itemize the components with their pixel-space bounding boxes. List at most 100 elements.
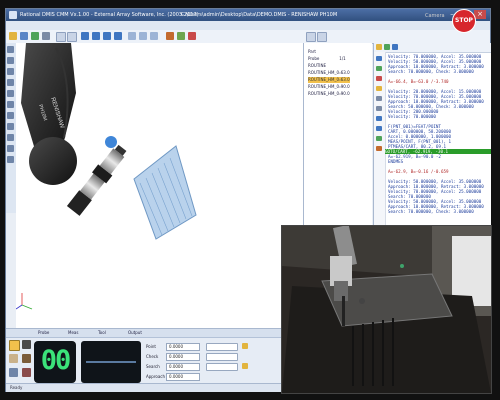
probe-mode-icon[interactable] [9, 340, 20, 351]
tab-tool[interactable]: Tool [96, 330, 108, 336]
tree-item[interactable]: ROUTINE_HM_0... -63.0 [308, 70, 350, 76]
cone-tool-icon[interactable] [7, 123, 14, 130]
cad-viewport[interactable]: RENISHAW PH10M [16, 43, 303, 328]
print-icon[interactable] [42, 32, 50, 40]
approach-field[interactable]: 0.0000 [166, 373, 200, 381]
point-counter: 00 [34, 341, 76, 383]
tree-item-label: ROUTINE_HM_0... [308, 77, 343, 82]
axis-y-field[interactable] [206, 353, 238, 361]
replace-icon[interactable] [376, 106, 382, 111]
rotate-icon[interactable] [150, 32, 158, 40]
line-tool-icon[interactable] [7, 68, 14, 75]
construct-tool-icon[interactable] [7, 145, 14, 152]
editor-toolbar [374, 43, 491, 53]
tree-collapse-icon[interactable] [317, 32, 327, 42]
tree-item-label: Part [308, 49, 316, 54]
code-line[interactable]: Search: 70.000000, Check: 3.000000 [388, 69, 474, 74]
view-front-icon[interactable] [81, 32, 89, 40]
workpiece-plate [133, 145, 197, 240]
code-line[interactable]: Search: 70.000000, Check: 3.000000 [388, 209, 474, 214]
tree-expand-icon[interactable] [306, 32, 316, 42]
joystick-icon[interactable] [22, 340, 31, 349]
circle-tool-icon[interactable] [7, 90, 14, 97]
code-line[interactable]: A=-66.4, B=-63.0 /-3.740 [388, 79, 449, 84]
axis-triad [16, 293, 33, 310]
stop-icon[interactable] [188, 32, 196, 40]
comment-icon[interactable] [376, 116, 382, 121]
align-tool-icon[interactable] [7, 156, 14, 163]
tree-item[interactable]: ROUTINE [308, 63, 339, 69]
editor-save-icon[interactable] [384, 44, 390, 50]
probe-icon[interactable] [166, 32, 174, 40]
tree-item-value: -63.0 [339, 70, 350, 75]
tree-item-value: 1/1 [339, 56, 346, 61]
code-line[interactable]: ENDMES [388, 159, 403, 164]
hand-icon[interactable] [9, 354, 18, 363]
open-icon[interactable] [20, 32, 28, 40]
stylus-icon[interactable] [22, 354, 31, 363]
check-field[interactable]: 0.0000 [166, 353, 200, 361]
play-icon[interactable] [376, 66, 382, 71]
lock-icon[interactable] [242, 343, 248, 349]
tree-item[interactable]: ROUTINE_HM_0... -90.0 [308, 84, 350, 90]
view-iso-icon[interactable] [114, 32, 122, 40]
tree-item[interactable]: Probe 1/1 [308, 56, 346, 62]
close-button[interactable]: × [474, 10, 486, 19]
code-line[interactable]: A=-62.9, B=-0.16 /-0.659 [388, 169, 449, 174]
editor-run-icon[interactable] [392, 44, 398, 50]
field-label: Point [146, 344, 156, 349]
run-icon[interactable] [177, 32, 185, 40]
find-icon[interactable] [376, 96, 382, 101]
slot-tool-icon[interactable] [7, 134, 14, 141]
search-field[interactable]: 0.0000 [166, 363, 200, 371]
select-tool-icon[interactable] [7, 46, 14, 53]
plane-tool-icon[interactable] [7, 79, 14, 86]
sphere-tool-icon[interactable] [7, 112, 14, 119]
bottom-tabs: Probe Meas Tool Output [6, 329, 287, 338]
axis-x-field[interactable] [206, 343, 238, 351]
view-side-icon[interactable] [103, 32, 111, 40]
point-field[interactable]: 0.0000 [166, 343, 200, 351]
check-icon[interactable] [376, 136, 382, 141]
new-icon[interactable] [9, 32, 17, 40]
tab-meas[interactable]: Meas [66, 330, 80, 336]
bookmark-icon[interactable] [376, 86, 382, 91]
file-path: C:\Users\admin\Desktop\Data\DEMO.DMIS - … [181, 12, 338, 18]
tree-item-value: -90.0 [339, 84, 350, 89]
tab-output[interactable]: Output [126, 330, 144, 336]
editor-new-icon[interactable] [376, 44, 382, 50]
reading-bar [86, 361, 136, 363]
tree-item-selected[interactable]: ROUTINE_HM_0... -63.0 [308, 77, 350, 83]
editor-gutter [374, 52, 386, 233]
redo-icon[interactable] [67, 32, 77, 42]
camera-overlay [281, 225, 492, 394]
point-tool-icon[interactable] [7, 57, 14, 64]
pan-icon[interactable] [139, 32, 147, 40]
field-label: Check [146, 354, 159, 359]
tree-item-label: ROUTINE [308, 63, 326, 68]
lock-icon[interactable] [242, 363, 248, 369]
axis-z-field[interactable] [206, 363, 238, 371]
tree-item[interactable]: Part [308, 49, 339, 55]
breakpoint-icon[interactable] [376, 76, 382, 81]
tab-probe[interactable]: Probe [36, 330, 51, 336]
menu-bar [6, 21, 490, 30]
stylus-ball [105, 136, 117, 148]
step-icon[interactable] [376, 56, 382, 61]
indent-icon[interactable] [376, 126, 382, 131]
tree-item[interactable]: ROUTINE_HM_0... -90.0 [308, 91, 350, 97]
speed-icon[interactable] [22, 368, 31, 377]
program-editor[interactable]: Velocity: 70.000000, Accel: 35.000000 Ve… [373, 43, 491, 233]
zoom-icon[interactable] [128, 32, 136, 40]
view-top-icon[interactable] [92, 32, 100, 40]
probe-change-icon[interactable] [376, 146, 382, 151]
main-toolbar [6, 30, 490, 44]
undo-icon[interactable] [56, 32, 66, 42]
home-icon[interactable] [9, 368, 18, 377]
cylinder-tool-icon[interactable] [7, 101, 14, 108]
tree-item-label: ROUTINE_HM_0... [308, 84, 343, 89]
probe-knuckle [29, 137, 77, 185]
code-line[interactable]: Velocity: 70.000000 [388, 114, 436, 119]
save-icon[interactable] [31, 32, 39, 40]
field-label: Search [146, 364, 160, 369]
